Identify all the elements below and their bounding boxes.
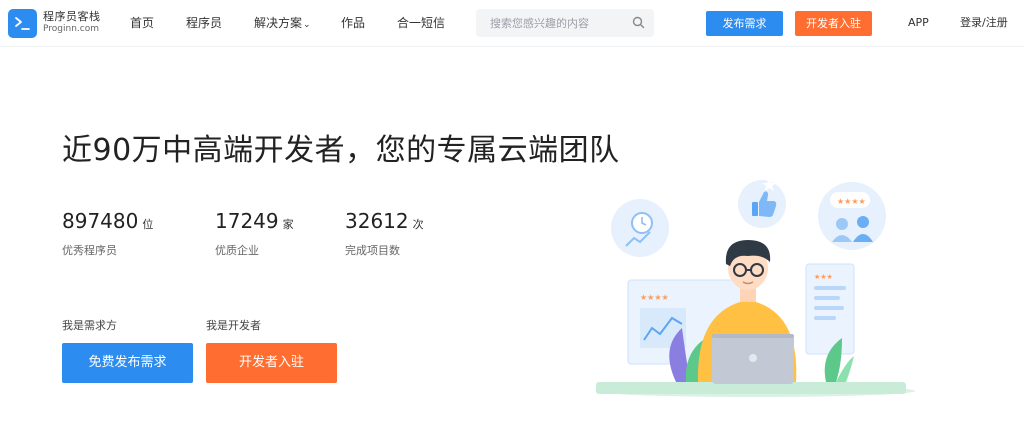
developer-join-cta-button[interactable]: 开发者入驻 — [206, 343, 337, 383]
developer-label: 我是开发者 — [206, 319, 261, 332]
logo-icon[interactable] — [8, 9, 37, 38]
stat-value: 897480 — [62, 209, 139, 233]
search-icon[interactable] — [632, 16, 645, 29]
nav-sms[interactable]: 合一短信 — [397, 15, 445, 31]
developer-illustration: ★★★★ ★★★★ ★★★ — [595, 178, 915, 397]
search-box — [476, 9, 654, 37]
search-input[interactable] — [476, 9, 626, 37]
app-link[interactable]: APP — [908, 15, 929, 31]
nav-solutions[interactable]: 解决方案⌄ — [254, 15, 311, 33]
stat-value: 17249 — [215, 209, 279, 233]
nav-solutions-label: 解决方案 — [254, 16, 303, 30]
stat-label: 优秀程序员 — [62, 244, 117, 257]
stat-value-row: 897480 位 — [62, 208, 153, 238]
laptop-logo-icon — [749, 354, 757, 362]
text-line — [814, 306, 844, 310]
brand-name-en: Proginn.com — [43, 24, 99, 34]
text-line — [814, 286, 846, 290]
text-line — [814, 316, 836, 320]
developer-join-button[interactable]: 开发者入驻 — [795, 11, 872, 36]
nav-works[interactable]: 作品 — [341, 15, 365, 31]
brand-name-cn: 程序员客栈 — [43, 10, 101, 23]
stat-value-row: 17249 家 — [215, 208, 294, 238]
nav-programmers[interactable]: 程序员 — [186, 15, 222, 31]
stat-programmers: 897480 位 优秀程序员 — [62, 208, 153, 258]
chevron-down-icon: ⌄ — [303, 20, 311, 30]
text-line — [814, 296, 840, 300]
free-publish-button[interactable]: 免费发布需求 — [62, 343, 193, 383]
rating-stars-icon: ★★★★ — [837, 197, 866, 206]
stat-unit: 次 — [412, 218, 424, 231]
stat-unit: 家 — [282, 218, 294, 231]
thumb-cuff — [752, 202, 758, 216]
stat-value-row: 32612 次 — [345, 208, 424, 238]
login-register-link[interactable]: 登录/注册 — [960, 15, 1008, 31]
stat-label: 完成项目数 — [345, 244, 400, 257]
logo-text[interactable]: 程序员客栈 Proginn.com — [43, 10, 101, 35]
stat-value: 32612 — [345, 209, 409, 233]
laptop-edge — [712, 334, 794, 338]
card-stars-icon: ★★★ — [814, 273, 833, 281]
stat-label: 优质企业 — [215, 244, 259, 257]
client-label: 我是需求方 — [62, 319, 117, 332]
stat-unit: 位 — [142, 218, 154, 231]
user-icon — [857, 216, 869, 228]
hero-title: 近90万中高端开发者，您的专属云端团队 — [62, 133, 620, 168]
stat-projects: 32612 次 完成项目数 — [345, 208, 424, 258]
card-stars-icon: ★★★★ — [640, 293, 669, 302]
stat-companies: 17249 家 优质企业 — [215, 208, 294, 258]
user-icon — [836, 218, 848, 230]
top-header: 程序员客栈 Proginn.com 首页 程序员 解决方案⌄ 作品 合一短信 发… — [0, 0, 1024, 47]
publish-request-button[interactable]: 发布需求 — [706, 11, 783, 36]
nav-home[interactable]: 首页 — [130, 15, 154, 31]
